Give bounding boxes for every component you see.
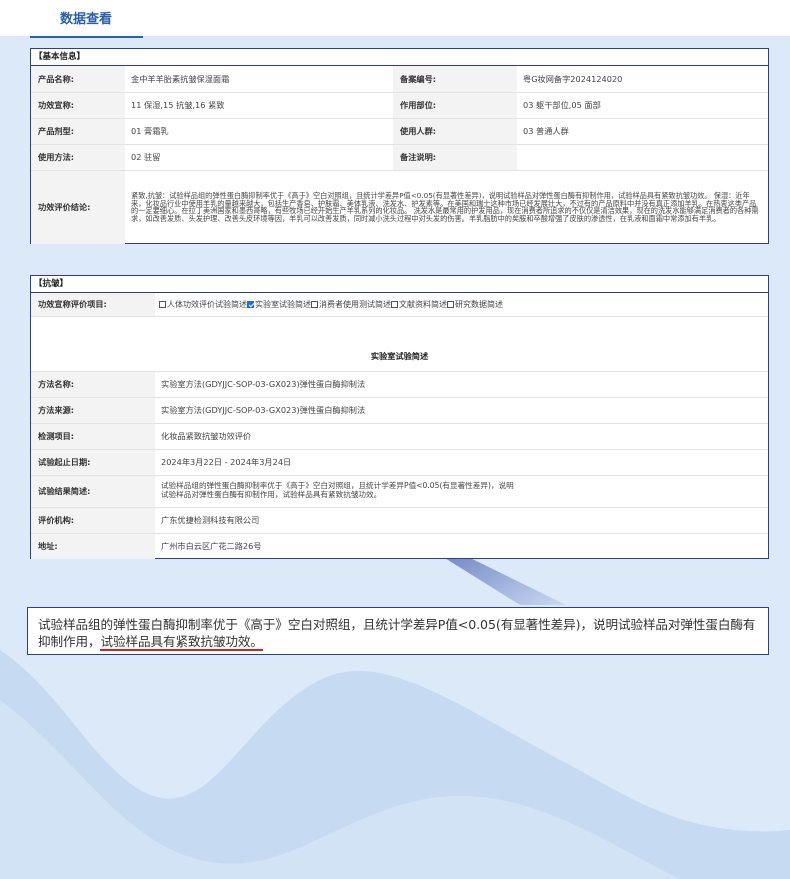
empty-row	[31, 316, 768, 341]
basic-info-panel: 【基本信息】 产品名称: 金中羊羊胎素抗皱保湿面霜 备案编号: 粤G妆网备字20…	[30, 48, 769, 244]
tab-label: 数据查看	[60, 12, 113, 27]
field-label: 方法名称:	[31, 371, 155, 398]
section-title: 【基本信息】	[31, 49, 768, 66]
checkbox-label: 人体功效评价试验简述	[167, 299, 247, 309]
method-source-value: 实验室方法(GDYJJC-SOP-03-GX023)弹性蛋白酶抑制法	[155, 397, 768, 424]
top-bar: 数据查看	[0, 0, 790, 38]
checkbox-item[interactable]: 研究数据简述	[447, 300, 503, 309]
table-row: 产品剂型: 01 膏霜乳 使用人群: 03 普通人群	[31, 118, 768, 145]
field-label: 备案编号:	[393, 66, 517, 93]
checkbox-icon[interactable]	[311, 300, 318, 308]
field-label: 使用人群:	[393, 118, 517, 145]
anti-wrinkle-table: 功效宣称评价项目: 人体功效评价试验简述 实验室试验简述 消费者使用测试简述 文献资料…	[31, 293, 768, 559]
table-row: 使用方法: 02 驻留 备注说明:	[31, 144, 768, 171]
checkbox-item[interactable]: 消费者使用测试简述	[311, 300, 391, 309]
subsection-title: 实验室试验简述	[31, 341, 768, 372]
checkbox-label: 消费者使用测试简述	[319, 299, 391, 309]
checkbox-label: 研究数据简述	[455, 299, 503, 309]
section-title: 【抗皱】	[31, 276, 768, 293]
checkbox-icon[interactable]	[159, 300, 166, 308]
field-label: 产品名称:	[31, 66, 125, 93]
result-callout: 试验样品组的弹性蛋白酶抑制率优于《高于》空白对照组，且统计学差异P值<0.05(…	[27, 607, 769, 655]
checkbox-icon[interactable]	[447, 300, 454, 308]
table-row: 功效宣称: 11 保湿,15 抗皱,16 紧致 作用部位: 03 躯干部位,05…	[31, 92, 768, 119]
basic-info-table: 产品名称: 金中羊羊胎素抗皱保湿面霜 备案编号: 粤G妆网备字202412402…	[31, 66, 768, 244]
table-row: 地址: 广州市白云区广花二路26号	[31, 533, 768, 559]
result-value: 试验样品组的弹性蛋白酶抑制率优于《高于》空白对照组，且统计学差异P值<0.05(…	[155, 475, 768, 508]
field-label: 功效宣称评价项目:	[31, 293, 155, 317]
eval-conclusion-text: 紧致,抗皱：试验样品组的弹性蛋白酶抑制率优于《高于》空白对照组，且统计学差异P值…	[131, 191, 759, 223]
table-row: 实验室试验简述	[31, 341, 768, 372]
field-label: 试验起止日期:	[31, 449, 155, 476]
checkbox-icon[interactable]	[391, 300, 398, 308]
checkbox-item[interactable]: 实验室试验简述	[247, 300, 311, 309]
checkbox-item[interactable]: 人体功效评价试验简述	[159, 300, 247, 309]
table-row: 方法来源: 实验室方法(GDYJJC-SOP-03-GX023)弹性蛋白酶抑制法	[31, 397, 768, 424]
tab-data-view[interactable]: 数据查看	[30, 0, 143, 38]
field-label: 功效评价结论:	[31, 170, 125, 244]
table-row: 功效宣称评价项目: 人体功效评价试验简述 实验室试验简述 消费者使用测试简述 文献资料…	[31, 293, 768, 317]
field-label: 产品剂型:	[31, 118, 125, 145]
table-row: 评价机构: 广东优捷检测科技有限公司	[31, 507, 768, 534]
callout-highlight: 试验样品具有紧致抗皱功效。	[100, 634, 263, 651]
form-value: 01 膏霜乳	[125, 118, 393, 145]
table-row	[31, 316, 768, 341]
field-label: 评价机构:	[31, 507, 155, 534]
callout-text: 试验样品组的弹性蛋白酶抑制率优于《高于》空白对照组，且统计学差异P值<0.05(…	[38, 616, 758, 651]
area-value: 03 躯干部位,05 面部	[517, 92, 768, 119]
field-label: 方法来源:	[31, 397, 155, 424]
checkbox-item[interactable]: 文献资料简述	[391, 300, 447, 309]
field-label: 检测项目:	[31, 423, 155, 450]
table-row: 方法名称: 实验室方法(GDYJJC-SOP-03-GX023)弹性蛋白酶抑制法	[31, 371, 768, 398]
product-name-value: 金中羊羊胎素抗皱保湿面霜	[125, 66, 393, 93]
date-value: 2024年3月22日 - 2024年3月24日	[155, 449, 768, 476]
checkbox-checked-icon[interactable]	[247, 300, 254, 308]
table-row: 功效评价结论: 紧致,抗皱：试验样品组的弹性蛋白酶抑制率优于《高于》空白对照组，…	[31, 170, 768, 244]
table-row: 检测项目: 化妆品紧致抗皱功效评价	[31, 423, 768, 450]
field-label: 地址:	[31, 533, 155, 559]
field-label: 作用部位:	[393, 92, 517, 119]
checkbox-label: 文献资料简述	[399, 299, 447, 309]
notes-value	[517, 144, 768, 171]
field-label: 使用方法:	[31, 144, 125, 171]
test-item-value: 化妆品紧致抗皱功效评价	[155, 423, 768, 450]
anti-wrinkle-panel: 【抗皱】 功效宣称评价项目: 人体功效评价试验简述 实验室试验简述 消费者使用测试简…	[30, 275, 769, 559]
efficacy-value: 11 保湿,15 抗皱,16 紧致	[125, 92, 393, 119]
field-label: 备注说明:	[393, 144, 517, 171]
table-row: 试验起止日期: 2024年3月22日 - 2024年3月24日	[31, 449, 768, 476]
field-label: 功效宣称:	[31, 92, 125, 119]
method-name-value: 实验室方法(GDYJJC-SOP-03-GX023)弹性蛋白酶抑制法	[155, 371, 768, 398]
users-value: 03 普通人群	[517, 118, 768, 145]
field-label: 试验结果简述:	[31, 475, 155, 508]
table-row: 试验结果简述: 试验样品组的弹性蛋白酶抑制率优于《高于》空白对照组，且统计学差异…	[31, 475, 768, 508]
checkbox-label: 实验室试验简述	[255, 299, 311, 309]
usage-value: 02 驻留	[125, 144, 393, 171]
agency-value: 广东优捷检测科技有限公司	[155, 507, 768, 534]
address-value: 广州市白云区广花二路26号	[161, 541, 262, 552]
eval-items-checkboxes: 人体功效评价试验简述 实验室试验简述 消费者使用测试简述 文献资料简述 研究数据简述	[155, 293, 768, 317]
record-no-value: 粤G妆网备字2024124020	[517, 66, 768, 93]
table-row: 产品名称: 金中羊羊胎素抗皱保湿面霜 备案编号: 粤G妆网备字202412402…	[31, 66, 768, 93]
